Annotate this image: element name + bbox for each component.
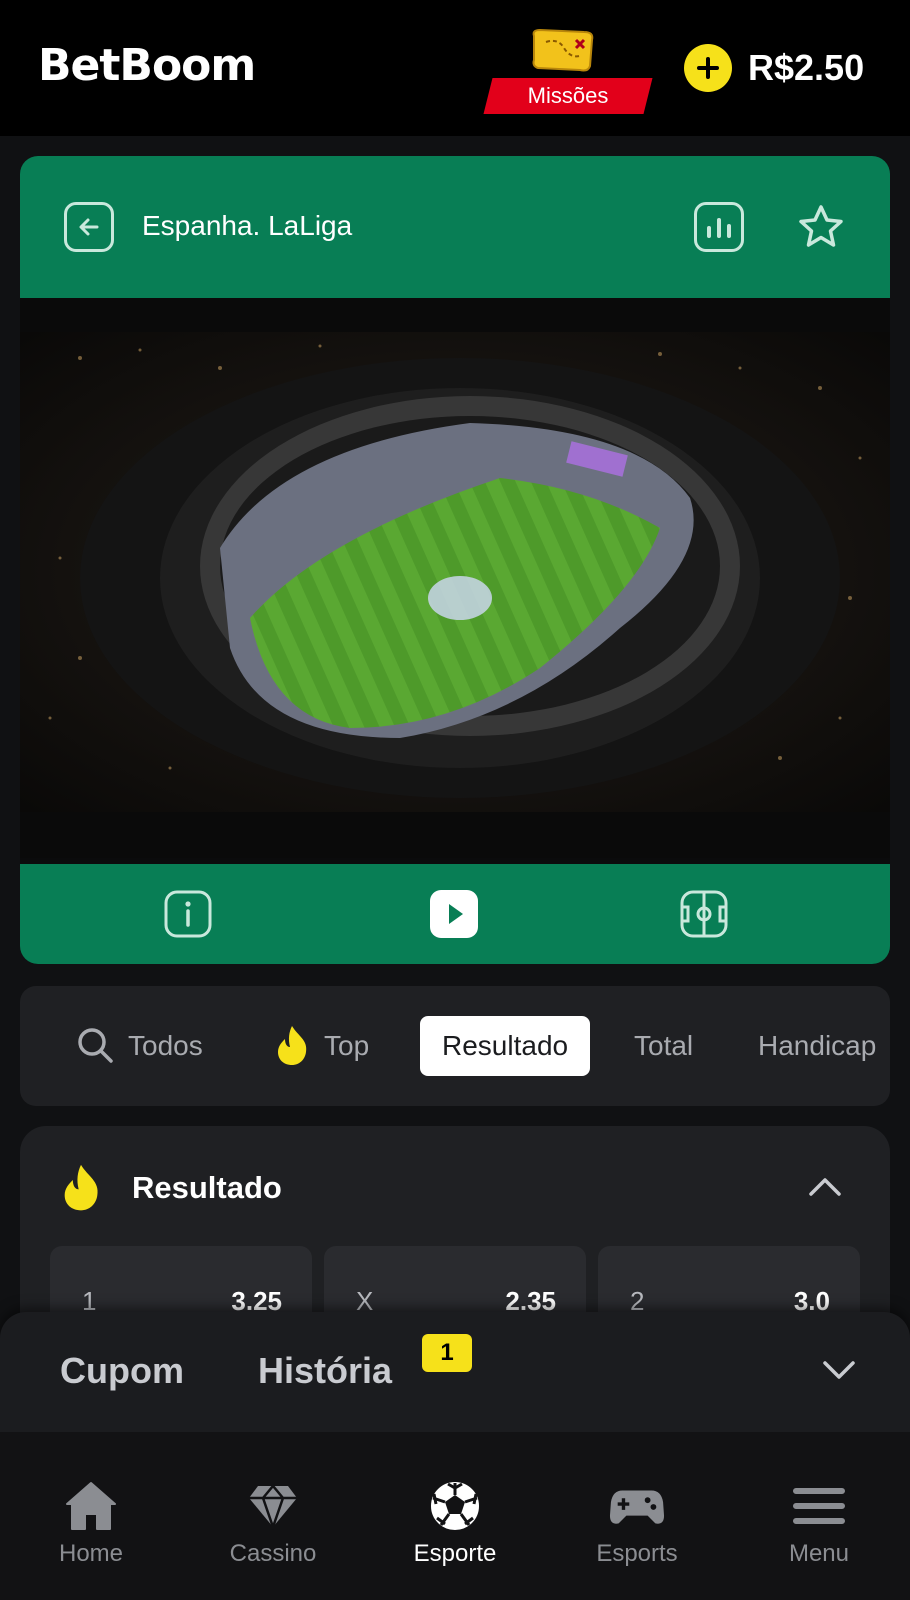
history-count-badge: 1 (422, 1334, 472, 1372)
statistics-button[interactable] (694, 202, 744, 252)
back-button[interactable] (64, 202, 114, 252)
tab-resultado[interactable]: Resultado (420, 1016, 591, 1076)
gamepad-icon (609, 1490, 665, 1524)
nav-esporte-label: Esporte (413, 1540, 497, 1567)
tab-handicap[interactable]: Handicap (758, 1016, 876, 1076)
nav-esports-label: Esports (596, 1540, 678, 1567)
nav-menu-label: Menu (788, 1540, 850, 1567)
tab-total-label: Total (634, 1030, 694, 1061)
treasure-map-icon (532, 28, 594, 72)
favorite-button[interactable] (794, 200, 848, 254)
plus-icon (697, 57, 719, 79)
info-icon (164, 890, 212, 938)
play-video-button[interactable] (428, 888, 480, 940)
tab-cupom[interactable]: Cupom (60, 1350, 184, 1392)
tab-handicap-label: Handicap (758, 1030, 877, 1061)
diamond-icon (249, 1484, 297, 1530)
tab-todos[interactable]: Todos (76, 1016, 203, 1076)
info-button[interactable] (162, 888, 214, 940)
nav-esporte[interactable]: Esporte (364, 1478, 546, 1578)
missions-button[interactable]: Missões (483, 22, 654, 118)
search-icon (78, 1027, 113, 1063)
home-icon (66, 1482, 116, 1530)
deposit-plus-button[interactable] (684, 44, 732, 92)
market-tabs: Todos Top Resultado Total Handicap (20, 986, 890, 1106)
league-name: Espanha. LaLiga (142, 210, 353, 241)
field-view-button[interactable] (678, 888, 730, 940)
match-card: Espanha. LaLiga (20, 156, 890, 964)
star-icon (799, 205, 843, 247)
nav-home-label: Home (58, 1540, 124, 1567)
tab-todos-label: Todos (128, 1030, 203, 1061)
tab-historia[interactable]: História (258, 1350, 392, 1392)
app-logo[interactable]: BetBoom (38, 40, 256, 91)
tab-top[interactable]: Top (274, 1016, 369, 1076)
stats-bar-icon (717, 218, 721, 238)
match-header: Espanha. LaLiga (20, 156, 890, 298)
arrow-left-icon (79, 218, 99, 236)
nav-home[interactable]: Home (0, 1478, 182, 1578)
missions-label: Missões (527, 83, 609, 108)
top-bar: BetBoom Missões R$2.50 (0, 0, 910, 136)
media-bar (20, 864, 890, 964)
tab-resultado-label: Resultado (442, 1030, 569, 1061)
soccer-ball-icon (431, 1482, 479, 1530)
tab-total[interactable]: Total (634, 1016, 693, 1076)
nav-cassino-label: Cassino (229, 1540, 317, 1567)
stadium-image (20, 298, 890, 858)
nav-esports[interactable]: Esports (546, 1478, 728, 1578)
football-field-icon (680, 890, 728, 938)
nav-menu[interactable]: Menu (728, 1478, 910, 1578)
play-icon (430, 890, 478, 938)
stadium-illustration (20, 298, 890, 858)
bet-slip-bar[interactable]: Cupom História 1 (0, 1312, 910, 1432)
stats-bar-icon (727, 224, 731, 238)
bottom-navigation: Home Cassino Esporte Esports Menu (0, 1432, 910, 1600)
nav-cassino[interactable]: Cassino (182, 1478, 364, 1578)
hamburger-icon (793, 1488, 845, 1524)
flame-icon (64, 1164, 98, 1211)
chevron-down-icon[interactable] (822, 1358, 856, 1382)
tab-top-label: Top (324, 1030, 370, 1061)
balance-amount[interactable]: R$2.50 (748, 44, 864, 92)
stats-bar-icon (707, 226, 711, 238)
flame-icon (278, 1025, 307, 1065)
chevron-up-icon[interactable] (808, 1174, 842, 1198)
market-title: Resultado (132, 1170, 282, 1205)
